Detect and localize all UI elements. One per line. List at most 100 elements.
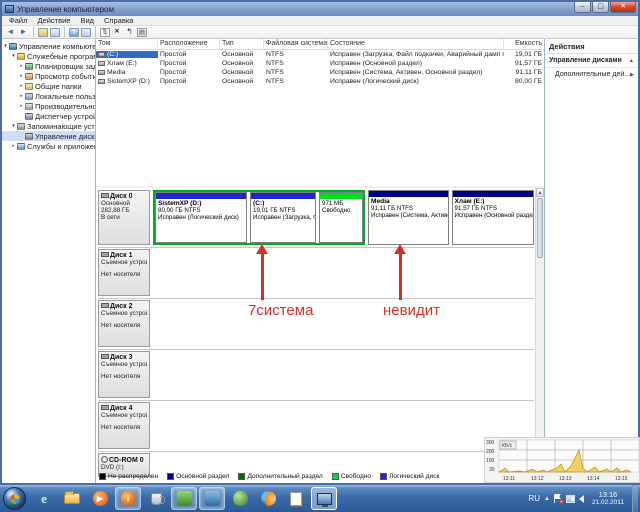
menu-file[interactable]: Файл: [4, 16, 32, 25]
chevron-down-icon[interactable]: ▾: [10, 123, 17, 129]
collapse-icon[interactable]: ▲: [629, 58, 634, 64]
chevron-right-icon[interactable]: ▸: [18, 93, 25, 99]
column-volume[interactable]: Том: [96, 39, 158, 49]
tree-item-event-viewer[interactable]: ▸ Просмотр событий: [2, 71, 95, 81]
column-type[interactable]: Тип: [220, 39, 264, 49]
toolbar-separator: [64, 27, 65, 37]
disk-icon: [101, 252, 109, 257]
x-tick-2: 13:12: [531, 476, 544, 482]
show-desktop-button[interactable]: [632, 485, 638, 512]
disk4-label[interactable]: Диск 4 Съемное устройство Нет носителя: [98, 402, 150, 449]
actions-header: Действия: [545, 39, 638, 54]
tree-item-services[interactable]: ▸ Службы и приложения: [2, 141, 95, 151]
legend-free: Свободно: [332, 473, 371, 480]
chevron-down-icon[interactable]: ▾: [2, 43, 9, 49]
scroll-up-icon[interactable]: ▲: [536, 188, 544, 197]
actions-more-actions[interactable]: Дополнительные дей... ▶: [545, 68, 638, 81]
properties-icon[interactable]: ▤: [137, 28, 147, 37]
menu-action[interactable]: Действие: [32, 16, 75, 25]
legend-primary: Основной раздел: [167, 473, 229, 480]
column-filesystem[interactable]: Файловая система: [264, 39, 328, 49]
event-viewer-icon: [25, 73, 33, 80]
column-capacity[interactable]: Емкость: [504, 39, 544, 49]
disk1-label[interactable]: Диск 1 Съемное устройство Нет носителя: [98, 249, 150, 296]
green-app-icon[interactable]: [171, 487, 197, 510]
chevron-right-icon[interactable]: ▸: [18, 63, 25, 69]
tree-item-device-manager[interactable]: Диспетчер устройств: [2, 111, 95, 121]
volume-row-media[interactable]: Media Простой Основной NTFS Исправен (Си…: [96, 68, 544, 77]
undo-icon[interactable]: ↰: [124, 27, 135, 38]
partition-media[interactable]: Media 91,11 ГБ NTFS Исправен (Система, А…: [368, 190, 449, 245]
partition-legend: Не распределен Основной раздел Дополните…: [99, 470, 439, 483]
language-indicator[interactable]: RU: [528, 494, 540, 503]
chevron-right-icon[interactable]: ▸: [18, 83, 25, 89]
chevron-right-icon[interactable]: ▸: [18, 103, 25, 109]
internet-explorer-icon[interactable]: e: [31, 487, 57, 510]
column-layout[interactable]: Расположение: [158, 39, 220, 49]
close-button[interactable]: ✕: [610, 2, 636, 13]
network-traffic-graph: 300 200 100 30 КБ/с 13:11 13:12 13:13 13…: [484, 437, 640, 483]
disk-management-icon: [25, 133, 33, 140]
tree-item-storage[interactable]: ▾ Запоминающие устройства: [2, 121, 95, 131]
chevron-down-icon[interactable]: ▾: [10, 53, 17, 59]
unit-label: КБ/с: [502, 443, 513, 449]
menu-view[interactable]: Вид: [75, 16, 99, 25]
volume-icon: [98, 79, 105, 84]
partition-free-space[interactable]: 971 МБ Свободно: [319, 192, 363, 243]
media-player-icon[interactable]: ▶: [87, 487, 113, 510]
info-app-icon[interactable]: i: [115, 487, 141, 510]
partition-sistemxp[interactable]: SistemXP (D:) 80,00 ГБ NTFS Исправен (Ло…: [155, 192, 247, 243]
help-icon[interactable]: ?: [69, 28, 79, 37]
tree-item-task-scheduler[interactable]: ▸ Планировщик заданий: [2, 61, 95, 71]
actions-group-disk-management[interactable]: Управление дисками ▲: [545, 54, 638, 68]
delete-volume-icon[interactable]: ✕: [112, 28, 122, 37]
action-center-flag-icon[interactable]: ✕: [554, 494, 562, 503]
partition-hlam[interactable]: Хлам (E:) 91,57 ГБ NTFS Исправен (Основн…: [452, 190, 534, 245]
forward-icon[interactable]: ►: [18, 27, 29, 38]
explorer-folder-icon[interactable]: [59, 487, 85, 510]
clock[interactable]: 13:16 21.02.2011: [588, 490, 628, 508]
chevron-right-icon[interactable]: ▸: [10, 143, 17, 149]
menu-help[interactable]: Справка: [99, 16, 138, 25]
refresh-icon[interactable]: ⇅: [100, 28, 110, 37]
volume-list: Том Расположение Тип Файловая система Со…: [96, 39, 544, 188]
disk2-label[interactable]: Диск 2 Съемное устройство Нет носителя: [98, 300, 150, 347]
tree-item-shared-folders[interactable]: ▸ Общие папки: [2, 81, 95, 91]
volume-row-hlam[interactable]: Хлам (E:) Простой Основной NTFS Исправен…: [96, 59, 544, 68]
tree-item-performance[interactable]: ▸ Производительность: [2, 101, 95, 111]
volume-row-sistemxp[interactable]: SistemXP (D:) Простой Основной NTFS Испр…: [96, 77, 544, 86]
volume-row-c[interactable]: (C:) Простой Основной NTFS Исправен (Заг…: [96, 50, 544, 59]
tray-expand-icon[interactable]: ▲: [544, 496, 550, 502]
computer-management-taskbar-icon[interactable]: [311, 487, 337, 510]
scrollbar-thumb[interactable]: [537, 198, 543, 258]
chevron-right-icon[interactable]: ▸: [18, 73, 25, 79]
legend-logical: Логический диск: [380, 473, 439, 480]
tree-root-computer-management[interactable]: ▾ Управление компьютером (локальным): [2, 41, 95, 51]
column-status[interactable]: Состояние: [328, 39, 504, 49]
volume-speaker-icon[interactable]: [579, 495, 584, 503]
cup-app-icon[interactable]: [143, 487, 169, 510]
disk-icon: [101, 405, 109, 410]
title-bar[interactable]: Управление компьютером – ▢ ✕: [2, 2, 638, 16]
window-title: Управление компьютером: [17, 5, 114, 14]
firefox-icon[interactable]: [255, 487, 281, 510]
console-window-icon[interactable]: [50, 28, 60, 37]
notes-app-icon[interactable]: [283, 487, 309, 510]
back-icon[interactable]: ◄: [5, 27, 16, 38]
panes-icon[interactable]: [81, 28, 91, 37]
show-tree-icon[interactable]: [38, 28, 48, 37]
minimize-button[interactable]: –: [574, 2, 591, 13]
blue-app-icon[interactable]: [199, 487, 225, 510]
tree-item-system-tools[interactable]: ▾ Служебные программы: [2, 51, 95, 61]
tree-item-local-users[interactable]: ▸ Локальные пользователи: [2, 91, 95, 101]
maximize-button[interactable]: ▢: [592, 2, 609, 13]
disk3-label[interactable]: Диск 3 Съемное устройство Нет носителя: [98, 351, 150, 398]
start-button[interactable]: [3, 487, 26, 510]
submenu-arrow-icon[interactable]: ▶: [630, 72, 634, 78]
partition-c[interactable]: (C:) 19,01 ГБ NTFS Исправен (Загрузка, Ф…: [250, 192, 316, 243]
vertical-scrollbar[interactable]: ▲ ▼: [535, 188, 544, 470]
tree-item-disk-management[interactable]: Управление дисками: [2, 131, 95, 141]
disk0-label[interactable]: Диск 0 Основной 282,88 ГБ В сети: [98, 190, 150, 245]
dragon-app-icon[interactable]: [227, 487, 253, 510]
shared-folders-icon: [25, 83, 33, 90]
